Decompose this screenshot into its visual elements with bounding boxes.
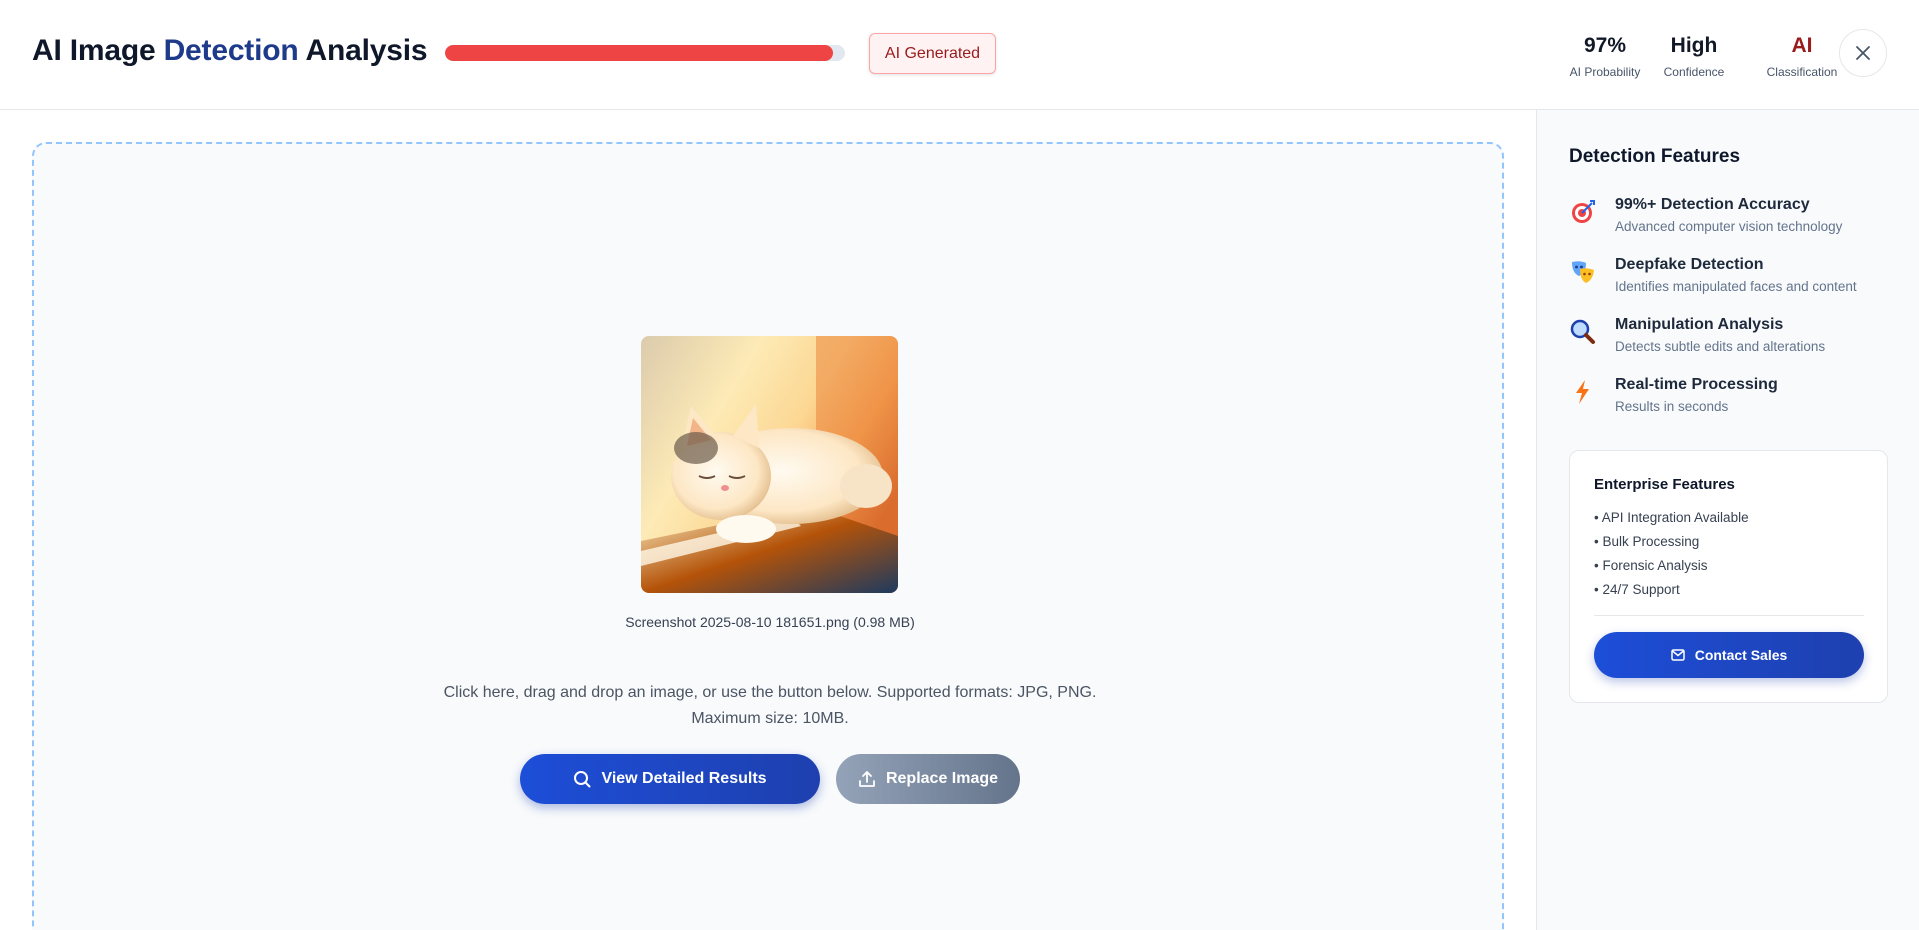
sidebar-title: Detection Features [1569, 146, 1741, 167]
divider [1594, 615, 1864, 616]
title-suffix: Analysis [305, 34, 428, 67]
uploaded-image-preview [641, 336, 898, 593]
close-icon [1856, 46, 1870, 60]
feature-title: Real-time Processing [1615, 376, 1778, 393]
upload-icon [859, 771, 875, 787]
lightning-icon [1569, 378, 1597, 406]
search-icon [574, 771, 591, 788]
enterprise-features-card: Enterprise Features • API Integration Av… [1569, 450, 1888, 703]
masks-icon [1569, 258, 1597, 286]
feature-item-deepfake: Deepfake Detection Identifies manipulate… [1569, 256, 1909, 300]
stat-label: AI Probability [1569, 65, 1641, 79]
ai-probability-fill [445, 45, 833, 61]
target-icon [1569, 198, 1597, 226]
title-accent: Detection [163, 34, 299, 67]
contact-sales-button[interactable]: Contact Sales [1594, 632, 1864, 678]
replace-image-label: Replace Image [885, 770, 999, 787]
replace-image-button[interactable]: Replace Image [836, 754, 1020, 804]
feature-item-realtime: Real-time Processing Results in seconds [1569, 376, 1909, 420]
feature-description: Results in seconds [1615, 399, 1729, 414]
top-header: AI Image Detection Analysis AI Generated… [0, 0, 1919, 110]
stat-label: Classification [1766, 65, 1838, 79]
file-name-label: Screenshot 2025-08-10 181651.png (0.98 M… [625, 614, 915, 630]
feature-description: Advanced computer vision technology [1615, 219, 1843, 234]
help-line-2: Maximum size: 10MB. [691, 710, 849, 727]
page-title: AI Image Detection Analysis [32, 34, 428, 68]
list-item: • 24/7 Support [1594, 582, 1680, 597]
feature-item-accuracy: 99%+ Detection Accuracy Advanced compute… [1569, 196, 1909, 240]
enterprise-feature-list: • API Integration Available • Bulk Proce… [1594, 506, 1749, 602]
feature-item-manipulation: Manipulation Analysis Detects subtle edi… [1569, 316, 1909, 360]
ai-probability-bar [445, 45, 845, 61]
stat-value: 97% [1583, 34, 1627, 57]
feature-description: Detects subtle edits and alterations [1615, 339, 1826, 354]
view-detailed-results-button[interactable]: View Detailed Results [520, 754, 820, 804]
detection-features-sidebar: Detection Features 99%+ Detection Accura… [1536, 110, 1919, 930]
image-dropzone[interactable]: Screenshot 2025-08-10 181651.png (0.98 M… [32, 142, 1504, 930]
view-detailed-results-label: View Detailed Results [601, 770, 767, 787]
feature-title: 99%+ Detection Accuracy [1615, 196, 1810, 213]
upload-help-text: Click here, drag and drop an image, or u… [440, 680, 1100, 732]
cat-photo-thumbnail [641, 336, 898, 593]
stat-confidence: High Confidence [1658, 33, 1730, 79]
list-item: • API Integration Available [1594, 510, 1749, 525]
feature-title: Manipulation Analysis [1615, 316, 1784, 333]
close-button[interactable] [1839, 29, 1887, 77]
main-area: Screenshot 2025-08-10 181651.png (0.98 M… [0, 110, 1536, 930]
magnifier-icon [1569, 318, 1597, 346]
list-item: • Forensic Analysis [1594, 558, 1708, 573]
list-item: • Bulk Processing [1594, 534, 1700, 549]
stat-label: Confidence [1663, 65, 1725, 79]
enterprise-title: Enterprise Features [1594, 476, 1735, 493]
stat-value: High [1670, 34, 1718, 57]
feature-title: Deepfake Detection [1615, 256, 1764, 273]
classification-badge: AI Generated [869, 33, 996, 74]
title-prefix: AI Image [32, 34, 156, 67]
stat-ai-probability: 97% AI Probability [1566, 33, 1644, 79]
mail-icon [1670, 649, 1685, 661]
help-line-1: Click here, drag and drop an image, or u… [443, 684, 1097, 701]
stat-value: AI [1791, 34, 1813, 57]
contact-sales-label: Contact Sales [1694, 647, 1788, 663]
feature-description: Identifies manipulated faces and content [1615, 279, 1857, 294]
stat-classification: AI Classification [1762, 33, 1842, 79]
